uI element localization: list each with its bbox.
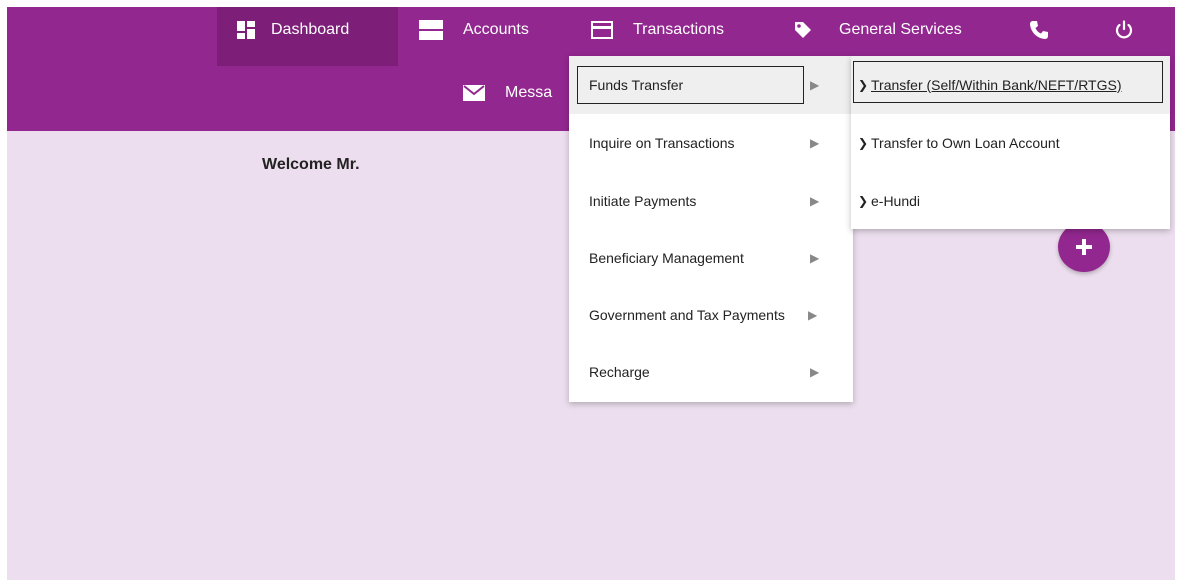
menu-item-funds-transfer[interactable]: Funds Transfer ▶ (569, 56, 853, 114)
submenu-arrow-icon: ▶ (808, 308, 818, 322)
accounts-icon (419, 20, 443, 40)
tag-icon (793, 20, 813, 40)
submenu-item-label: Transfer (Self/Within Bank/NEFT/RTGS) (871, 77, 1122, 93)
submenu-arrow-icon: ▶ (810, 365, 820, 379)
nav-logout[interactable] (1114, 7, 1134, 53)
power-icon (1114, 20, 1134, 40)
nav-dashboard-label: Dashboard (271, 21, 350, 38)
menu-item-label: Inquire on Transactions (589, 135, 735, 151)
nav-messages[interactable]: Messa (463, 70, 552, 116)
menu-item-government-and-tax-payments[interactable]: Government and Tax Payments ▶ (569, 286, 853, 344)
menu-item-label: Initiate Payments (589, 193, 697, 209)
nav-general-services-label: General Services (839, 21, 962, 38)
menu-item-label: Recharge (589, 364, 650, 380)
funds-transfer-submenu: ❯ Transfer (Self/Within Bank/NEFT/RTGS) … (851, 56, 1170, 229)
menu-item-recharge[interactable]: Recharge ▶ (569, 343, 853, 401)
nav-transactions[interactable]: Transactions (591, 7, 724, 53)
submenu-item-e-hundi[interactable]: ❯ e-Hundi (851, 172, 1170, 230)
submenu-item-transfer-to-own-loan-account[interactable]: ❯ Transfer to Own Loan Account (851, 114, 1170, 172)
chevron-right-icon: ❯ (858, 136, 869, 150)
mail-icon (463, 85, 485, 101)
nav-phone[interactable] (1029, 7, 1049, 53)
plus-icon (1076, 239, 1092, 255)
menu-item-inquire-on-transactions[interactable]: Inquire on Transactions ▶ (569, 114, 853, 172)
transactions-dropdown-menu: Funds Transfer ▶ Inquire on Transactions… (569, 56, 853, 402)
nav-accounts[interactable]: Accounts (419, 7, 529, 53)
submenu-arrow-icon: ▶ (810, 251, 820, 265)
submenu-item-transfer-self-within-bank[interactable]: ❯ Transfer (Self/Within Bank/NEFT/RTGS) (851, 56, 1170, 114)
phone-icon (1029, 20, 1049, 40)
dashboard-icon (237, 21, 255, 39)
nav-messages-label: Messa (505, 84, 553, 101)
submenu-item-label: Transfer to Own Loan Account (871, 135, 1060, 151)
submenu-arrow-icon: ▶ (810, 78, 820, 92)
chevron-right-icon: ❯ (858, 78, 869, 92)
menu-item-initiate-payments[interactable]: Initiate Payments ▶ (569, 172, 853, 230)
submenu-arrow-icon: ▶ (810, 194, 820, 208)
welcome-text: Welcome Mr. (262, 156, 360, 173)
transactions-icon (591, 21, 613, 39)
nav-dashboard[interactable]: Dashboard (237, 7, 349, 53)
nav-general-services[interactable]: General Services (793, 7, 962, 53)
menu-item-beneficiary-management[interactable]: Beneficiary Management ▶ (569, 229, 853, 287)
menu-item-label: Beneficiary Management (589, 250, 744, 266)
nav-transactions-label: Transactions (633, 21, 724, 38)
chevron-right-icon: ❯ (858, 194, 869, 208)
menu-item-label: Government and Tax Payments (589, 307, 785, 323)
submenu-arrow-icon: ▶ (810, 136, 820, 150)
submenu-item-label: e-Hundi (871, 193, 921, 209)
nav-accounts-label: Accounts (463, 21, 529, 38)
menu-item-label: Funds Transfer (589, 77, 684, 93)
